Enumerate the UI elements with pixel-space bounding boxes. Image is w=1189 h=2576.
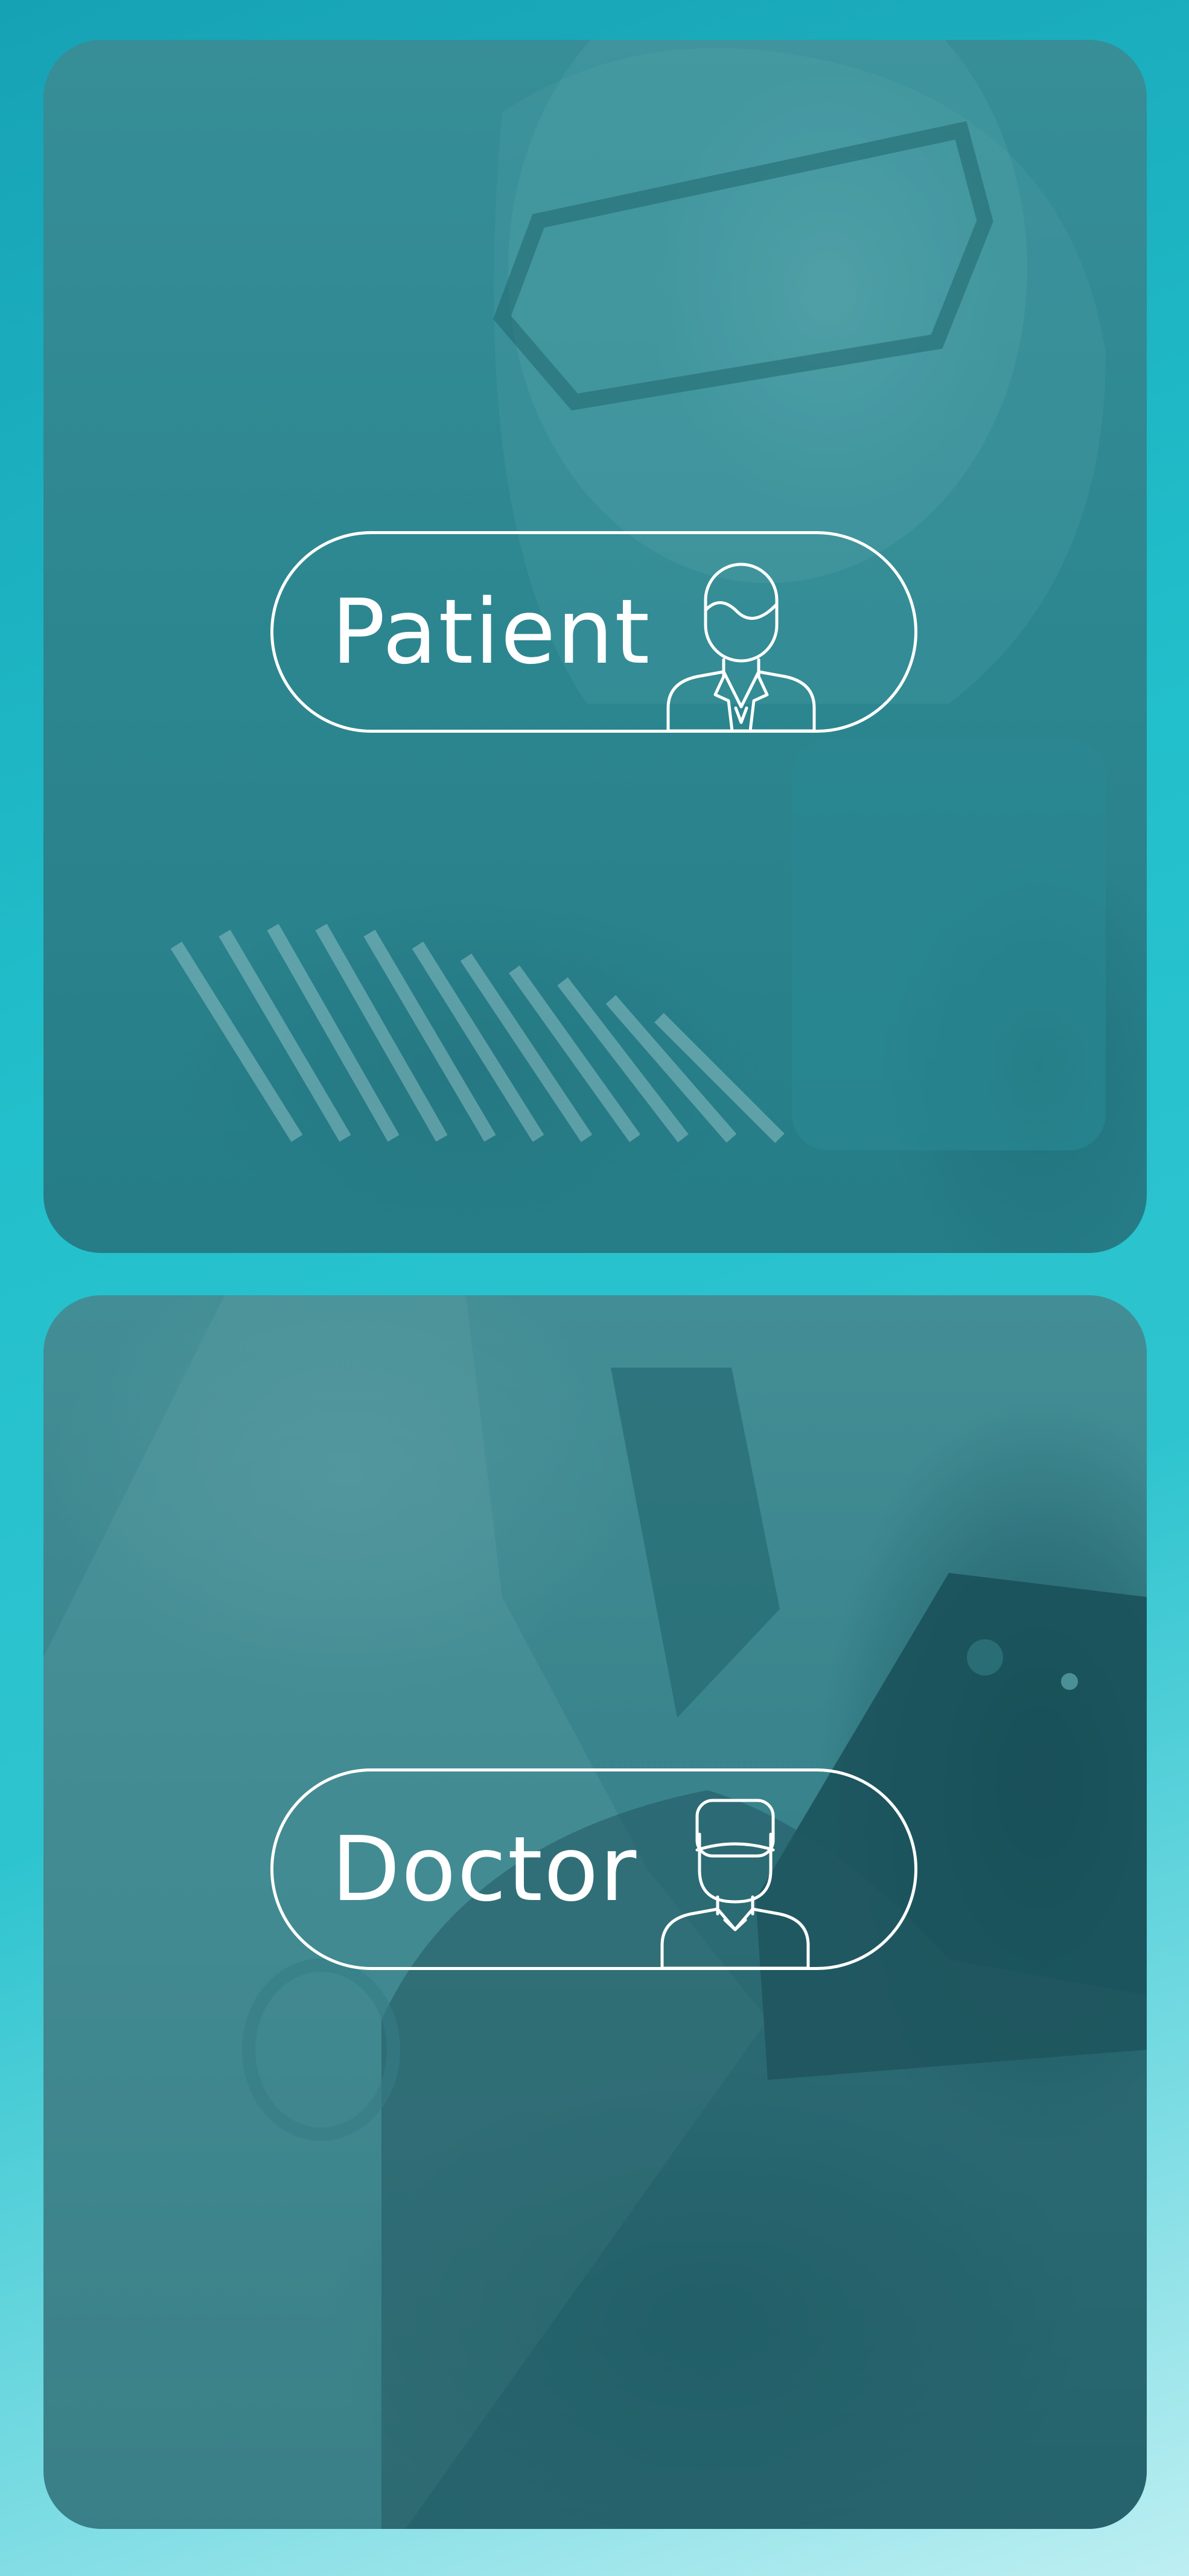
doctor-role-button[interactable]: Doctor — [270, 1768, 917, 1970]
patient-icon — [666, 563, 816, 733]
doctor-icon — [660, 1799, 810, 1970]
patient-role-label: Patient — [331, 580, 651, 684]
patient-card[interactable]: Patient — [43, 40, 1147, 1253]
doctor-card[interactable]: Doctor — [43, 1295, 1147, 2529]
patient-role-button[interactable]: Patient — [270, 531, 917, 733]
doctor-role-label: Doctor — [331, 1817, 638, 1921]
